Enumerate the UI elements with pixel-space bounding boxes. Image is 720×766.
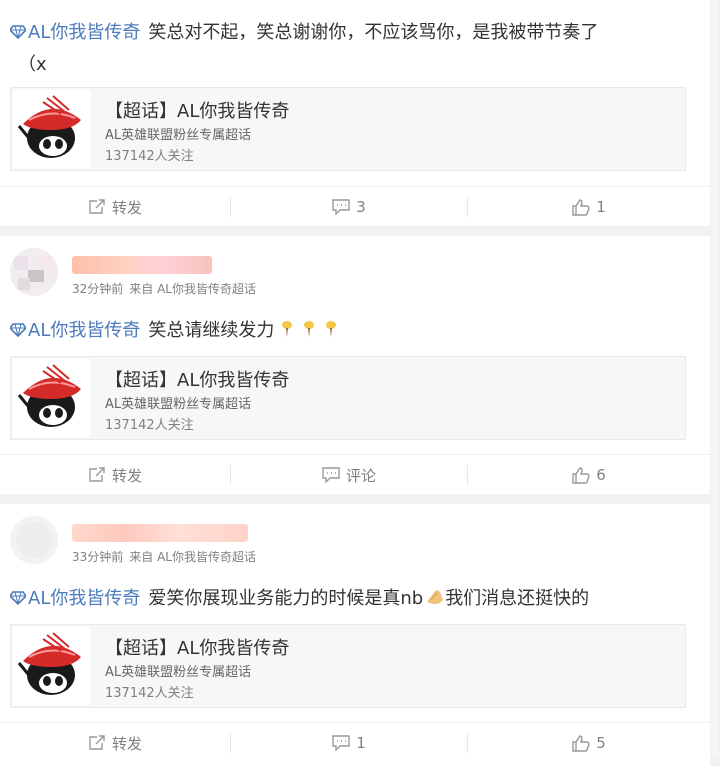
username-blurred[interactable] [72,524,248,542]
comment-label: 评论 [345,466,376,485]
repost-label: 转发 [111,198,142,217]
torch-emoji-icon [280,320,338,338]
scrollbar-thumb[interactable] [711,0,719,756]
repost-icon [88,735,106,751]
action-bar: 转发 1 5 [0,722,710,763]
super-topic-link[interactable]: AL你我皆传奇 [28,588,140,609]
post-meta: 33分钟前 来自 AL你我皆传奇超话 [72,548,262,565]
topic-subtitle: AL英雄联盟粉丝专属超话 [105,665,252,680]
repost-label: 转发 [111,734,142,753]
super-topic-card[interactable]: 【超话】AL你我皆传奇 AL英雄联盟粉丝专属超话 137142人关注 [10,624,686,708]
super-topic-logo [13,627,91,705]
repost-icon [88,467,106,483]
like-count: 5 [596,734,606,752]
user-avatar[interactable] [10,248,58,296]
topic-title: 【超话】AL你我皆传奇 [105,101,290,122]
topic-followers: 137142人关注 [105,418,194,433]
post-time[interactable]: 33分钟前 [72,550,123,564]
super-topic-card[interactable]: 【超话】AL你我皆传奇 AL英雄联盟粉丝专属超话 137142人关注 [10,87,686,171]
thumbs-up-icon [572,198,590,216]
post-source[interactable]: 来自 AL你我皆传奇超话 [129,550,256,564]
weibo-post-2: 32分钟前 来自 AL你我皆传奇超话 AL你我皆传奇 笑总请继续发力 【超话】AL你… [0,236,710,494]
post-time[interactable]: 32分钟前 [72,282,123,296]
like-button[interactable]: 6 [468,455,710,495]
super-topic-diamond-icon [10,25,26,39]
repost-button[interactable]: 转发 [0,455,230,495]
like-button[interactable]: 5 [468,723,710,763]
topic-subtitle: AL英雄联盟粉丝专属超话 [105,128,252,143]
repost-button[interactable]: 转发 [0,187,230,227]
action-bar: 转发 3 1 [0,186,710,227]
topic-followers: 137142人关注 [105,686,194,701]
like-count: 1 [596,198,606,216]
post-meta: 32分钟前 来自 AL你我皆传奇超话 [72,280,262,297]
super-topic-diamond-icon [10,323,26,337]
repost-icon [88,199,106,215]
comment-icon [332,199,350,215]
like-count: 6 [596,466,606,484]
comment-button[interactable]: 评论 [231,455,467,495]
super-topic-logo [13,90,91,168]
action-bar: 转发 评论 6 [0,454,710,495]
super-topic-link[interactable]: AL你我皆传奇 [28,22,140,43]
super-topic-diamond-icon [10,591,26,605]
thumbs-up-icon [572,466,590,484]
comment-icon [322,467,340,483]
topic-subtitle: AL英雄联盟粉丝专属超话 [105,397,252,412]
topic-title: 【超话】AL你我皆传奇 [105,638,290,659]
comment-count: 3 [356,198,366,216]
super-topic-card[interactable]: 【超话】AL你我皆传奇 AL英雄联盟粉丝专属超话 137142人关注 [10,356,686,440]
super-topic-logo [13,359,91,437]
comment-button[interactable]: 1 [231,723,467,763]
comment-icon [332,735,350,751]
username-blurred[interactable] [72,256,212,274]
scrollbar-track[interactable] [710,0,720,756]
super-topic-link[interactable]: AL你我皆传奇 [28,320,140,341]
post-body: 笑总请继续发力 [148,320,275,341]
post-body-cont: 我们消息还挺快的 [445,588,590,609]
thumbs-up-icon [572,734,590,752]
weibo-post-1: AL你我皆传奇 笑总对不起，笑总谢谢你，不应该骂你，是我被带节奏了 （x 【超话】… [0,0,710,226]
post-body-line2: （x [18,54,47,75]
clap-emoji-icon [425,588,445,606]
comment-button[interactable]: 3 [231,187,467,227]
post-text: AL你我皆传奇 爱笑你展现业务能力的时候是真nb 我们消息还挺快的 [10,584,589,610]
topic-followers: 137142人关注 [105,149,194,164]
post-body: 笑总对不起，笑总谢谢你，不应该骂你，是我被带节奏了 [148,22,599,43]
post-source[interactable]: 来自 AL你我皆传奇超话 [129,282,256,296]
weibo-post-3: 33分钟前 来自 AL你我皆传奇超话 AL你我皆传奇 爱笑你展现业务能力的时候是真n… [0,504,710,766]
post-text: AL你我皆传奇 笑总请继续发力 [10,316,338,342]
repost-label: 转发 [111,466,142,485]
post-text: AL你我皆传奇 笑总对不起，笑总谢谢你，不应该骂你，是我被带节奏了 [10,18,598,44]
topic-title: 【超话】AL你我皆传奇 [105,370,290,391]
user-avatar[interactable] [10,516,58,564]
repost-button[interactable]: 转发 [0,723,230,763]
comment-count: 1 [356,734,366,752]
post-body: 爱笑你展现业务能力的时候是真nb [148,588,424,609]
like-button[interactable]: 1 [468,187,710,227]
